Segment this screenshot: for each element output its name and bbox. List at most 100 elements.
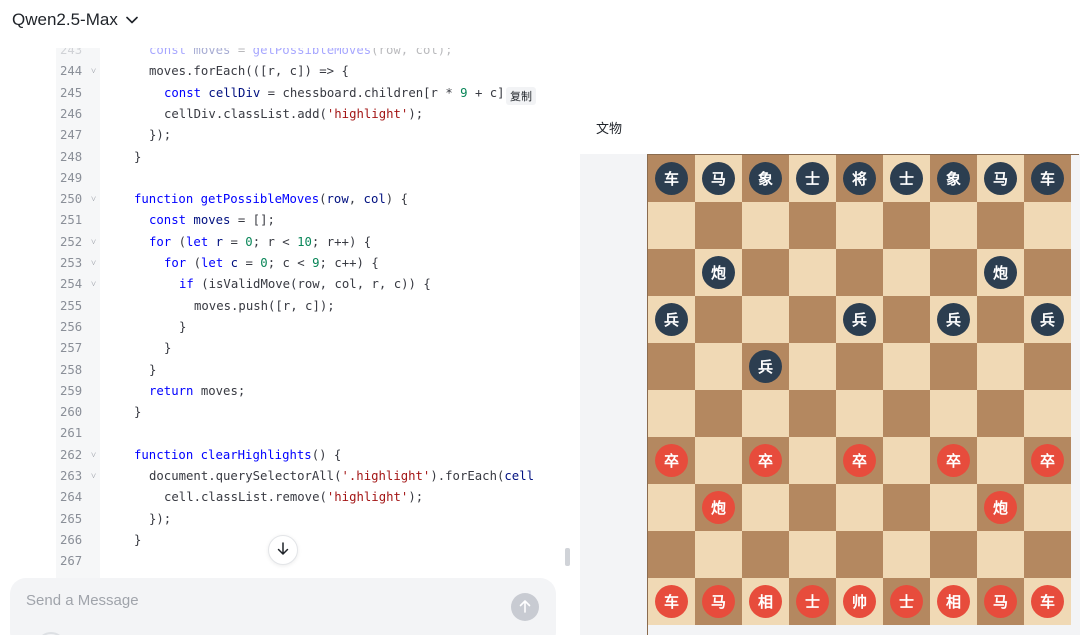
- scroll-to-bottom-button[interactable]: [268, 535, 298, 565]
- board-cell[interactable]: [836, 249, 883, 296]
- board-cell[interactable]: [836, 531, 883, 578]
- board-cell[interactable]: [883, 390, 930, 437]
- board-cell[interactable]: [695, 437, 742, 484]
- board-cell[interactable]: [883, 531, 930, 578]
- black-piece[interactable]: 士: [890, 162, 923, 195]
- red-piece[interactable]: 相: [937, 585, 970, 618]
- red-piece[interactable]: 相: [749, 585, 782, 618]
- board-cell[interactable]: [695, 390, 742, 437]
- black-piece[interactable]: 象: [749, 162, 782, 195]
- board-cell[interactable]: [977, 437, 1024, 484]
- board-cell[interactable]: [883, 343, 930, 390]
- board-cell[interactable]: [648, 531, 695, 578]
- red-piece[interactable]: 车: [655, 585, 688, 618]
- board-cell[interactable]: [648, 202, 695, 249]
- fold-chevron-icon[interactable]: ˅: [91, 190, 96, 211]
- board-cell[interactable]: [695, 296, 742, 343]
- black-piece[interactable]: 马: [702, 162, 735, 195]
- black-piece[interactable]: 车: [655, 162, 688, 195]
- board-cell[interactable]: [836, 202, 883, 249]
- board-cell[interactable]: [742, 296, 789, 343]
- board-cell[interactable]: [930, 531, 977, 578]
- board-cell[interactable]: [742, 531, 789, 578]
- board-cell[interactable]: [695, 202, 742, 249]
- board-cell[interactable]: [930, 343, 977, 390]
- fold-chevron-icon[interactable]: ˅: [91, 275, 96, 296]
- board-cell[interactable]: [789, 296, 836, 343]
- board-cell[interactable]: [930, 202, 977, 249]
- fold-chevron-icon[interactable]: ˅: [91, 254, 96, 275]
- board-cell[interactable]: [742, 249, 789, 296]
- red-piece[interactable]: 马: [702, 585, 735, 618]
- fold-chevron-icon[interactable]: ˅: [91, 467, 96, 488]
- red-piece[interactable]: 车: [1031, 585, 1064, 618]
- board-cell[interactable]: [836, 390, 883, 437]
- red-piece[interactable]: 士: [890, 585, 923, 618]
- board-cell[interactable]: [789, 437, 836, 484]
- black-piece[interactable]: 炮: [702, 256, 735, 289]
- board-cell[interactable]: [977, 390, 1024, 437]
- message-input[interactable]: [26, 592, 486, 609]
- board-cell[interactable]: [883, 249, 930, 296]
- board-cell[interactable]: [648, 249, 695, 296]
- board-cell[interactable]: [1024, 531, 1071, 578]
- black-piece[interactable]: 兵: [749, 350, 782, 383]
- red-piece[interactable]: 马: [984, 585, 1017, 618]
- board-cell[interactable]: [836, 484, 883, 531]
- red-piece[interactable]: 士: [796, 585, 829, 618]
- board-cell[interactable]: [1024, 390, 1071, 437]
- black-piece[interactable]: 士: [796, 162, 829, 195]
- black-piece[interactable]: 兵: [655, 303, 688, 336]
- board-cell[interactable]: [789, 484, 836, 531]
- board-cell[interactable]: [695, 531, 742, 578]
- board-cell[interactable]: [930, 249, 977, 296]
- board-cell[interactable]: [883, 202, 930, 249]
- fold-chevron-icon[interactable]: ˅: [91, 233, 96, 254]
- board-cell[interactable]: [789, 343, 836, 390]
- black-piece[interactable]: 兵: [843, 303, 876, 336]
- copy-button[interactable]: 复制: [506, 87, 536, 105]
- board-cell[interactable]: [789, 202, 836, 249]
- board-cell[interactable]: [977, 296, 1024, 343]
- model-selector[interactable]: Qwen2.5-Max: [12, 8, 138, 32]
- board-cell[interactable]: [930, 484, 977, 531]
- board-cell[interactable]: [977, 531, 1024, 578]
- send-button[interactable]: [511, 593, 539, 621]
- red-piece[interactable]: 帅: [843, 585, 876, 618]
- fold-chevron-icon[interactable]: ˅: [91, 62, 96, 83]
- board-cell[interactable]: [648, 343, 695, 390]
- red-piece[interactable]: 炮: [984, 491, 1017, 524]
- black-piece[interactable]: 象: [937, 162, 970, 195]
- fold-chevron-icon[interactable]: ˅: [91, 446, 96, 467]
- black-piece[interactable]: 将: [843, 162, 876, 195]
- board-cell[interactable]: [648, 484, 695, 531]
- red-piece[interactable]: 卒: [749, 444, 782, 477]
- board-cell[interactable]: [883, 484, 930, 531]
- red-piece[interactable]: 卒: [655, 444, 688, 477]
- board-cell[interactable]: [742, 202, 789, 249]
- board-cell[interactable]: [789, 531, 836, 578]
- board-cell[interactable]: [789, 249, 836, 296]
- board-cell[interactable]: [1024, 343, 1071, 390]
- board-cell[interactable]: [977, 202, 1024, 249]
- board-cell[interactable]: [648, 390, 695, 437]
- black-piece[interactable]: 车: [1031, 162, 1064, 195]
- red-piece[interactable]: 卒: [937, 444, 970, 477]
- black-piece[interactable]: 马: [984, 162, 1017, 195]
- board-cell[interactable]: [883, 437, 930, 484]
- board-cell[interactable]: [1024, 202, 1071, 249]
- black-piece[interactable]: 兵: [937, 303, 970, 336]
- board-cell[interactable]: [836, 343, 883, 390]
- black-piece[interactable]: 炮: [984, 256, 1017, 289]
- board-cell[interactable]: [742, 484, 789, 531]
- board-cell[interactable]: [695, 343, 742, 390]
- code-scrollbar[interactable]: [565, 548, 570, 566]
- board-cell[interactable]: [930, 390, 977, 437]
- black-piece[interactable]: 兵: [1031, 303, 1064, 336]
- board-cell[interactable]: [883, 296, 930, 343]
- red-piece[interactable]: 炮: [702, 491, 735, 524]
- red-piece[interactable]: 卒: [1031, 444, 1064, 477]
- board-cell[interactable]: [977, 343, 1024, 390]
- board-cell[interactable]: [789, 390, 836, 437]
- board-cell[interactable]: [1024, 249, 1071, 296]
